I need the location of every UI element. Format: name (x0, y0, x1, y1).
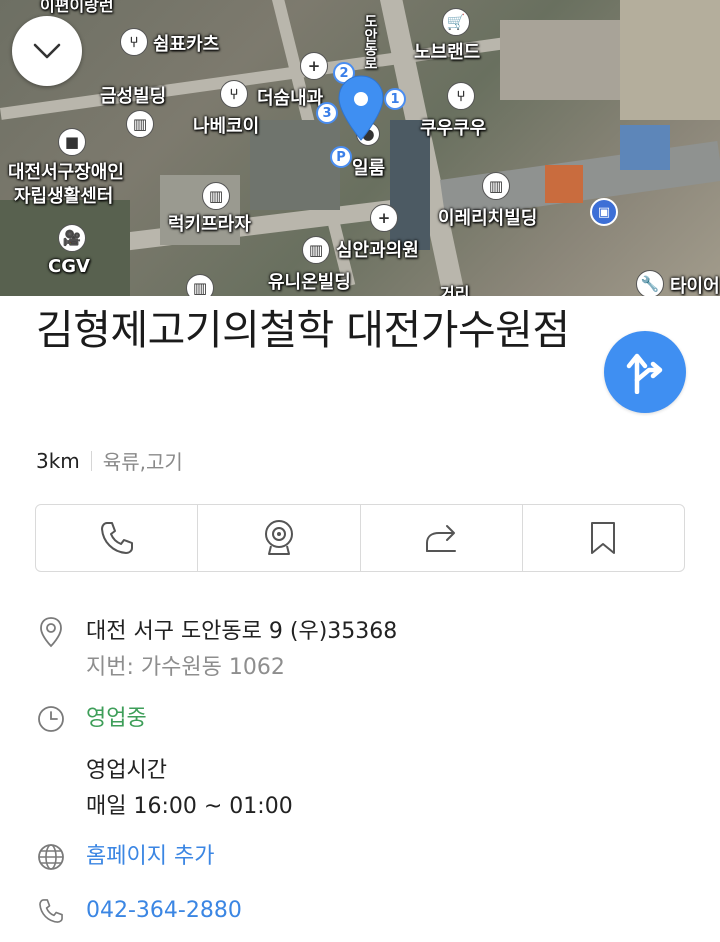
phone-icon (100, 522, 133, 554)
directions-button[interactable] (604, 331, 686, 413)
map-block (545, 165, 583, 203)
map-label-ssupyo: 쉼표카츠 (153, 34, 220, 55)
map-view[interactable]: ⑂ 쉼표카츠 🛒 노브랜드 + 금성빌딩 ⑂ 더숨내과 ⑂ 쿠우쿠우 ▥ 나베코… (0, 0, 720, 296)
location-icon (36, 617, 66, 648)
map-label-nobrand: 노브랜드 (414, 42, 481, 63)
map-label-geumseong: 금성빌딩 (100, 86, 167, 107)
place-category: 육류,고기 (102, 450, 183, 474)
roadview-camera-icon (264, 520, 293, 555)
map-label-nabekoi: 나베코이 (193, 116, 260, 137)
cinema-icon[interactable]: 🎥 (58, 224, 86, 252)
map-label-deosum: 더숨내과 (257, 88, 324, 109)
chevron-down-icon (33, 43, 61, 59)
building-icon[interactable]: ▥ (482, 172, 510, 200)
meta-divider (90, 450, 92, 471)
result-pin-1[interactable]: 1 (384, 88, 406, 110)
address-main[interactable]: 대전 서구 도안동로 9 (우)35368 (86, 615, 397, 649)
action-bar (35, 504, 685, 572)
map-label-road: 도안동로 (362, 14, 378, 70)
hospital-icon[interactable]: + (370, 204, 398, 232)
building-icon[interactable]: ▥ (302, 236, 330, 264)
restaurant-icon[interactable]: ⑂ (447, 82, 475, 110)
map-block (620, 0, 720, 120)
map-label-lucky: 럭키프라자 (168, 214, 251, 235)
map-block (620, 125, 670, 170)
wrench-icon[interactable]: 🔧 (636, 270, 664, 296)
phone-icon (36, 896, 66, 926)
share-button[interactable] (361, 505, 523, 571)
open-status[interactable]: 영업중 (86, 702, 147, 736)
hospital-icon[interactable]: + (300, 52, 328, 80)
save-button[interactable] (523, 505, 684, 571)
building-icon[interactable]: ▥ (202, 182, 230, 210)
cart-icon[interactable]: 🛒 (442, 8, 470, 36)
parking-pin[interactable]: P (330, 146, 352, 168)
map-label-sim: 심안과의원 (336, 240, 419, 261)
place-title: 김형제고기의철학 대전가수원점 (36, 306, 570, 354)
collapse-button[interactable] (12, 16, 82, 86)
map-label-union: 유니온빌딩 (268, 272, 351, 293)
restaurant-icon[interactable]: ⑂ (120, 28, 148, 56)
directions-arrow-icon (626, 353, 663, 394)
map-label-ireri: 이레리치빌딩 (438, 208, 538, 229)
map-block (500, 20, 620, 100)
bookmark-icon (591, 522, 616, 554)
bus-stop-icon[interactable]: ▣ (590, 198, 618, 226)
phone-number-link[interactable]: 042-364-2880 (86, 894, 242, 928)
facility-icon[interactable]: ■ (58, 128, 86, 156)
map-label-cgv: CGV (48, 256, 90, 277)
share-icon (426, 525, 457, 552)
result-pin-3[interactable]: 3 (316, 102, 338, 124)
map-label-kuukuu: 쿠우쿠우 (420, 118, 487, 139)
clock-icon (36, 704, 66, 734)
building-icon[interactable]: ▥ (186, 274, 214, 296)
map-label-top: 이편이랑런 (40, 0, 114, 15)
place-distance: 3km (36, 448, 80, 473)
place-meta: 3km 육류,고기 (36, 446, 183, 475)
map-label-tai: 타이어 (670, 276, 720, 296)
globe-icon (36, 842, 66, 872)
hours-label: 영업시간 (86, 758, 167, 783)
restaurant-icon[interactable]: ⑂ (220, 80, 248, 108)
map-block (250, 120, 340, 210)
map-label-ilrum: 일룸 (352, 158, 386, 179)
selected-location-pin-icon[interactable] (336, 74, 386, 144)
roadview-button[interactable] (198, 505, 361, 571)
map-label-daejeon-center-2: 자립생활센터 (14, 186, 114, 207)
map-label-daejeon-center-1: 대전서구장애인 (8, 162, 124, 183)
building-icon[interactable]: ▥ (126, 110, 154, 138)
address-lot: 지번: 가수원동 1062 (86, 655, 285, 680)
add-homepage-link[interactable]: 홈페이지 추가 (86, 840, 214, 874)
call-button[interactable] (36, 505, 199, 571)
hours-value: 매일 16:00 ~ 01:00 (86, 794, 293, 819)
map-label-geori: 거리 (440, 284, 470, 296)
